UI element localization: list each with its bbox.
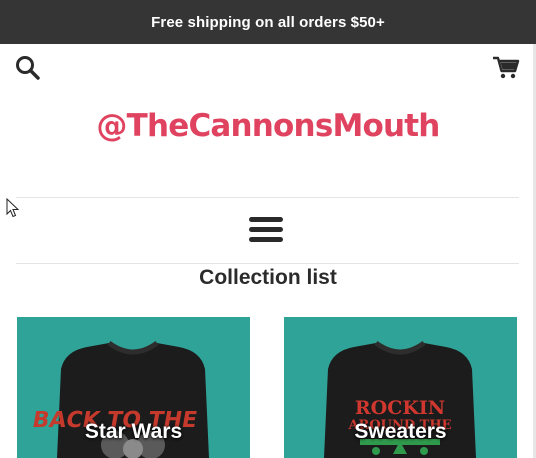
hamburger-menu-icon-bar	[249, 237, 283, 242]
shirt-art-line1: ROCKIN	[355, 397, 445, 419]
cart-button[interactable]	[492, 55, 520, 81]
collection-card-sweaters[interactable]: ROCKIN AROUND THE Sweaters	[284, 317, 517, 458]
search-icon	[16, 56, 40, 80]
nav-divider	[16, 263, 519, 264]
header-divider	[16, 197, 519, 198]
section-title: Collection list	[199, 266, 337, 289]
collection-card-label: Star Wars	[84, 420, 183, 443]
cart-icon	[493, 56, 520, 79]
search-button[interactable]	[14, 54, 42, 82]
logo-text: @TheCannonsMouth	[96, 108, 440, 144]
collection-card-label: Sweaters	[354, 420, 447, 443]
mouse-cursor-icon	[6, 198, 20, 218]
menu-button[interactable]	[249, 215, 283, 245]
announcement-text: Free shipping on all orders $50+	[151, 13, 385, 31]
collection-card-star-wars[interactable]: BACK TO THE Star Wars	[17, 317, 250, 458]
hamburger-menu-icon-bar	[249, 227, 283, 232]
announcement-bar: Free shipping on all orders $50+	[0, 0, 536, 44]
site-logo[interactable]: @TheCannonsMouth	[0, 108, 536, 144]
hamburger-menu-icon	[249, 217, 283, 222]
